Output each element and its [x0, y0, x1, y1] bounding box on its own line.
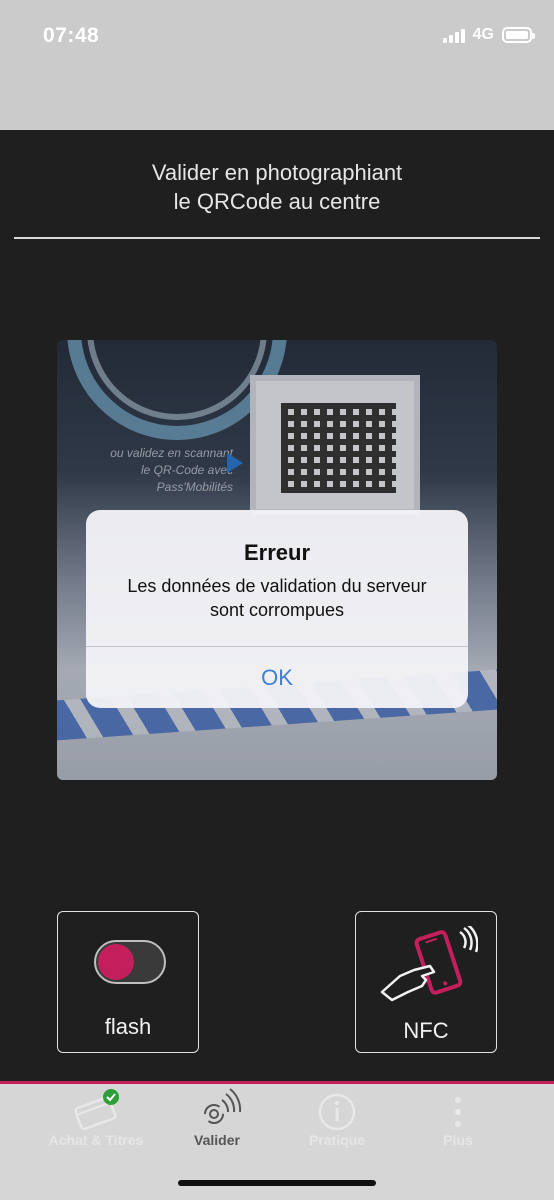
- nfc-label: NFC: [403, 1018, 449, 1043]
- alert-title: Erreur: [243, 540, 311, 565]
- tab-pratique[interactable]: Pratique: [277, 1084, 397, 1164]
- alert-message-line-1: Les données de validation du serveur: [127, 576, 427, 596]
- flash-label: flash: [104, 1014, 152, 1039]
- flash-toggle-button[interactable]: flash: [57, 911, 199, 1053]
- nfc-button[interactable]: NFC: [355, 911, 497, 1053]
- flash-switch[interactable]: [94, 940, 166, 984]
- network-type: 4G: [472, 26, 494, 43]
- contactless-validate-icon: [204, 1088, 242, 1124]
- tab-label: Valider: [194, 1132, 240, 1148]
- info-circle-icon: [318, 1093, 356, 1130]
- status-time: 07:48: [43, 24, 100, 47]
- alert-message: Les données de validation du serveur son…: [86, 574, 468, 622]
- instruction-line-2: le QRCode au centre: [173, 189, 381, 214]
- tab-label: Plus: [443, 1132, 473, 1148]
- scan-instruction: Valider en photographiant le QRCode au c…: [0, 158, 554, 216]
- flash-switch-knob: [98, 944, 134, 980]
- more-vertical-icon: [455, 1097, 461, 1127]
- nfc-phone-hand-icon: [380, 926, 478, 1002]
- home-indicator[interactable]: [178, 1180, 376, 1186]
- status-indicators: 4G: [442, 26, 535, 44]
- status-bar: 07:48 4G: [0, 0, 554, 130]
- alert-ok-button[interactable]: OK: [86, 647, 468, 708]
- error-alert: Erreur Les données de validation du serv…: [86, 510, 468, 708]
- tab-label: Pratique: [308, 1132, 365, 1148]
- tab-valider[interactable]: Valider: [157, 1084, 277, 1164]
- instruction-line-1: Valider en photographiant: [151, 160, 403, 185]
- signal-icon: [442, 27, 465, 43]
- ticket-card-icon: [74, 1089, 119, 1130]
- alert-message-line-2: sont corrompues: [209, 600, 345, 620]
- check-badge-icon: [103, 1089, 119, 1105]
- battery-icon: [502, 27, 535, 43]
- tab-achat-titres[interactable]: Achat & Titres: [36, 1084, 156, 1164]
- header-divider: [14, 237, 540, 239]
- tab-label: Achat & Titres: [48, 1132, 144, 1148]
- tab-plus[interactable]: Plus: [398, 1084, 518, 1164]
